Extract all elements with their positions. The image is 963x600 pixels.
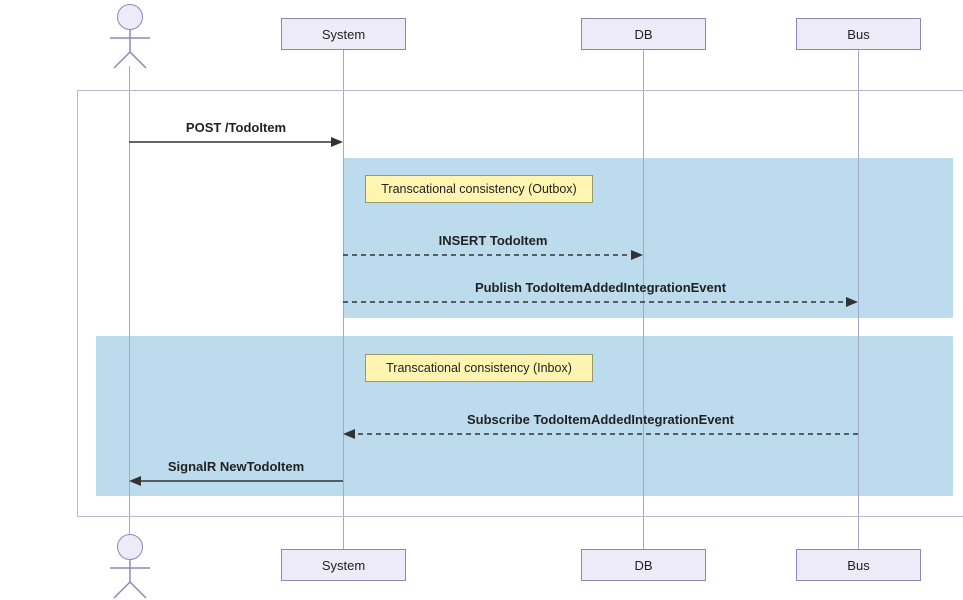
sequence-diagram: System DB Bus System DB Bus Transcationa… [0,0,963,595]
arrows-layer [0,0,963,595]
